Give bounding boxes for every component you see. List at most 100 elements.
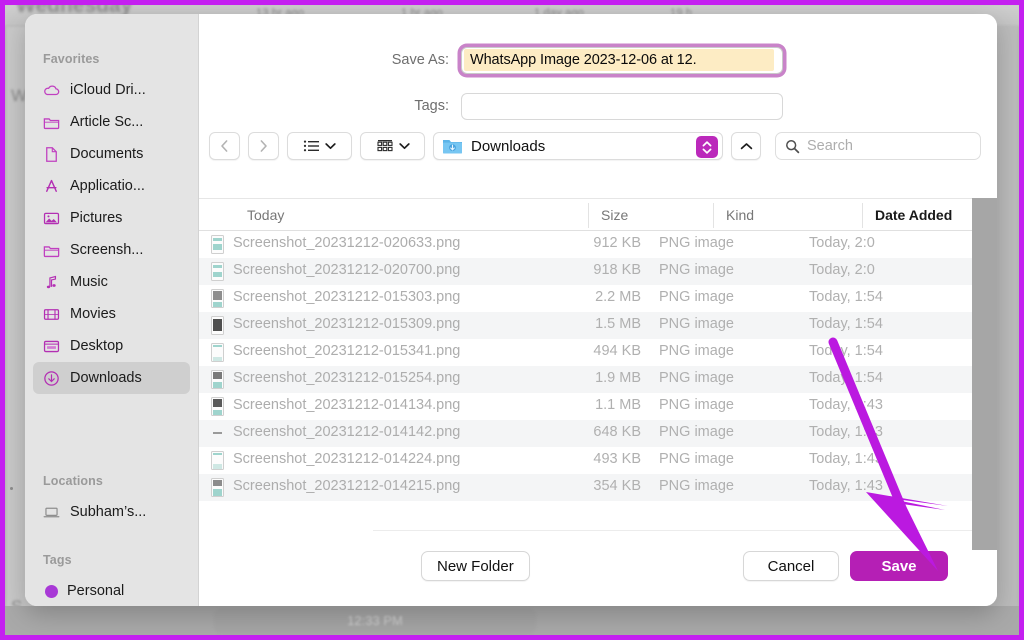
file-icon xyxy=(211,316,224,335)
sidebar-item-documents[interactable]: Documents xyxy=(33,138,190,170)
column-header-name[interactable]: Today xyxy=(247,207,284,223)
table-row[interactable]: Screenshot_20231212-015341.png 494 KB PN… xyxy=(199,339,997,366)
sidebar-item-movies[interactable]: Movies xyxy=(33,298,190,330)
chevron-left-icon xyxy=(221,140,228,152)
file-date-added: Today, 1:43 xyxy=(809,424,883,440)
column-headers: Today Size Kind Date Added xyxy=(199,198,997,231)
file-date-added: Today, 2:0 xyxy=(809,262,875,278)
sidebar-item-label: Downloads xyxy=(70,370,142,386)
background-time-pill: 12:33 PM xyxy=(214,608,536,634)
file-list-scrollbar[interactable] xyxy=(972,198,997,550)
chevron-down-icon xyxy=(325,143,336,150)
sidebar-item-subhams-mac[interactable]: Subham’s... xyxy=(33,496,190,528)
view-mode-dropdown[interactable] xyxy=(287,132,352,160)
search-field[interactable]: Search xyxy=(775,132,981,160)
new-folder-button[interactable]: New Folder xyxy=(421,551,530,581)
file-list[interactable]: Screenshot_20231212-020633.png 912 KB PN… xyxy=(199,231,997,529)
sidebar-item-label: Applicatio... xyxy=(70,178,145,194)
column-header-kind[interactable]: Kind xyxy=(726,207,754,223)
forward-button[interactable] xyxy=(248,132,279,160)
laptop-icon xyxy=(43,507,60,517)
sidebar-item-music[interactable]: Music xyxy=(33,266,190,298)
table-row[interactable]: Screenshot_20231212-014224.png 493 KB PN… xyxy=(199,447,997,474)
file-name: Screenshot_20231212-014224.png xyxy=(233,451,461,467)
sidebar-item-desktop[interactable]: Desktop xyxy=(33,330,190,362)
sidebar-item-label: Personal xyxy=(67,583,125,599)
column-divider[interactable] xyxy=(862,203,863,228)
table-row[interactable]: Screenshot_20231212-015309.png 1.5 MB PN… xyxy=(199,312,997,339)
file-date-added: Today, 1:54 xyxy=(809,370,883,386)
table-row[interactable]: Screenshot_20231212-014215.png 354 KB PN… xyxy=(199,474,997,501)
filename-value: WhatsApp Image 2023-12-06 at 12. xyxy=(470,51,697,68)
chevron-down-icon xyxy=(398,143,410,150)
column-divider[interactable] xyxy=(588,203,589,228)
file-icon xyxy=(211,397,224,416)
screenshot-root: 13 hr ago 1 hr ago 1 day ago 19 h Wednes… xyxy=(0,0,1024,640)
table-row[interactable]: Screenshot_20231212-015254.png 1.9 MB PN… xyxy=(199,366,997,393)
sidebar-item-applications[interactable]: Applicatio... xyxy=(33,170,190,202)
file-name: Screenshot_20231212-015254.png xyxy=(233,370,461,386)
sidebar-item-label: Music xyxy=(70,274,108,290)
background-dot xyxy=(10,487,13,490)
file-date-added: Today, 1:43 xyxy=(809,397,883,413)
file-kind: PNG image xyxy=(659,370,734,386)
sidebar-item-tag-personal[interactable]: Personal xyxy=(33,575,190,606)
cancel-button[interactable]: Cancel xyxy=(743,551,839,581)
sidebar-item-label: iCloud Dri... xyxy=(70,82,146,98)
table-row[interactable]: Screenshot_20231212-014142.png 648 KB PN… xyxy=(199,420,997,447)
sidebar-group-locations: Subham’s... xyxy=(25,496,198,528)
sidebar-item-label: Documents xyxy=(70,146,144,162)
sidebar-item-label: Pictures xyxy=(70,210,123,226)
file-kind: PNG image xyxy=(659,316,734,332)
sidebar-group-tags: Personal Important xyxy=(25,575,198,606)
background-time-pill-label: 12:33 PM xyxy=(347,613,403,628)
sidebar-item-screenshots[interactable]: Screensh... xyxy=(33,234,190,266)
download-icon xyxy=(44,370,59,386)
table-row[interactable]: Screenshot_20231212-015303.png 2.2 MB PN… xyxy=(199,285,997,312)
collapse-button[interactable] xyxy=(731,132,761,160)
column-header-date-added[interactable]: Date Added xyxy=(875,207,952,223)
save-button[interactable]: Save xyxy=(850,551,948,581)
file-icon xyxy=(211,451,224,470)
file-name: Screenshot_20231212-015303.png xyxy=(233,289,461,305)
sidebar-item-downloads[interactable]: Downloads xyxy=(33,362,190,394)
file-kind: PNG image xyxy=(659,235,734,251)
file-icon xyxy=(211,262,224,281)
location-stepper[interactable] xyxy=(696,136,718,158)
table-row[interactable]: Screenshot_20231212-014134.png 1.1 MB PN… xyxy=(199,393,997,420)
back-button[interactable] xyxy=(209,132,240,160)
file-kind: PNG image xyxy=(659,478,734,494)
file-size: 354 KB xyxy=(593,478,641,494)
file-size: 493 KB xyxy=(593,451,641,467)
location-popup-button[interactable]: Downloads xyxy=(433,132,723,160)
file-name: Screenshot_20231212-020633.png xyxy=(233,235,461,251)
sidebar-item-label: Article Sc... xyxy=(70,114,144,130)
file-date-added: Today, 1:43 xyxy=(809,451,883,467)
sidebar-item-label: Movies xyxy=(70,306,116,322)
save-as-label: Save As: xyxy=(391,52,449,68)
grid-view-icon xyxy=(376,139,393,151)
column-header-size[interactable]: Size xyxy=(601,207,628,223)
file-size: 2.2 MB xyxy=(595,289,641,305)
sidebar-item-article-screenshots[interactable]: Article Sc... xyxy=(33,106,190,138)
desktop-icon xyxy=(43,340,60,352)
sidebar-item-pictures[interactable]: Pictures xyxy=(33,202,190,234)
file-kind: PNG image xyxy=(659,451,734,467)
group-by-dropdown[interactable] xyxy=(360,132,425,160)
cancel-label: Cancel xyxy=(767,557,815,575)
chevron-up-icon xyxy=(740,142,752,149)
cloud-icon xyxy=(44,84,60,95)
file-name: Screenshot_20231212-020700.png xyxy=(233,262,461,278)
tags-input[interactable] xyxy=(461,92,783,120)
tags-row: Tags: xyxy=(199,89,997,123)
column-divider[interactable] xyxy=(713,203,714,228)
location-popup-label: Downloads xyxy=(471,137,546,155)
filename-input[interactable]: WhatsApp Image 2023-12-06 at 12. xyxy=(461,46,783,74)
sidebar-item-icloud-drive[interactable]: iCloud Dri... xyxy=(33,74,190,106)
file-kind: PNG image xyxy=(659,289,734,305)
table-row[interactable]: Screenshot_20231212-020700.png 918 KB PN… xyxy=(199,258,997,285)
table-row[interactable]: Screenshot_20231212-020633.png 912 KB PN… xyxy=(199,231,997,258)
file-kind: PNG image xyxy=(659,397,734,413)
file-icon xyxy=(211,478,224,497)
document-icon xyxy=(46,146,57,162)
